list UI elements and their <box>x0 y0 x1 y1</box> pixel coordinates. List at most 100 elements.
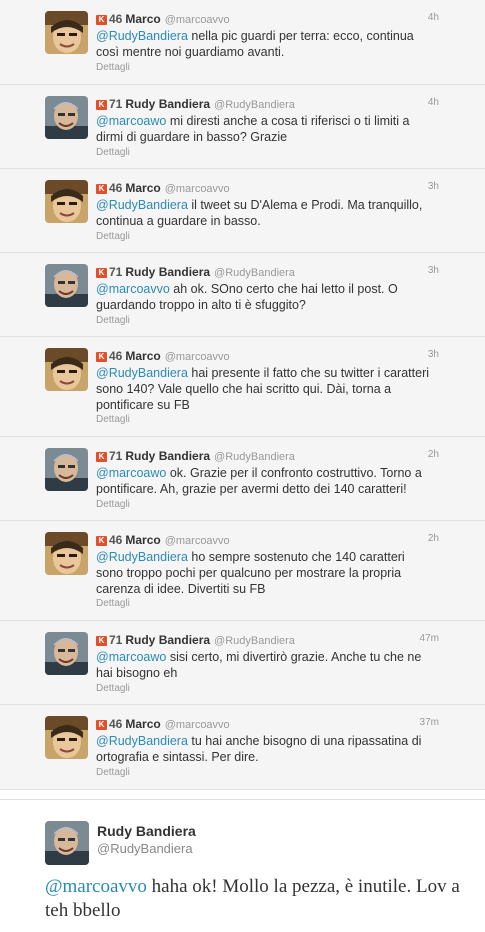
klout-score: 46 <box>109 12 123 26</box>
mention-link[interactable]: @RudyBandiera <box>96 198 188 212</box>
timestamp[interactable]: 3h <box>428 349 439 360</box>
tweet-text: @RudyBandiera il tweet su D'Alema e Prod… <box>96 197 434 229</box>
avatar[interactable] <box>45 11 88 54</box>
avatar[interactable] <box>45 821 89 865</box>
avatar[interactable] <box>45 96 88 139</box>
mention-link[interactable]: @marcoavvo <box>96 282 170 296</box>
tweet-header: K 46 Marco @marcoavvo <box>96 12 230 27</box>
author-name[interactable]: Rudy Bandiera <box>125 97 210 111</box>
author-handle[interactable]: @marcoavvo <box>165 14 230 26</box>
avatar[interactable] <box>45 264 88 307</box>
avatar[interactable] <box>45 632 88 675</box>
author-handle[interactable]: @RudyBandiera <box>214 451 295 463</box>
details-link[interactable]: Dettagli <box>96 499 130 510</box>
conversation-timeline: K 46 Marco @marcoavvo 4h @RudyBandiera nella … <box>0 0 485 790</box>
klout-score: 46 <box>109 349 123 363</box>
tweet[interactable]: K 46 Marco @marcoavvo 2h @RudyBandiera ho sem… <box>0 521 485 621</box>
avatar[interactable] <box>45 716 88 759</box>
mention-link[interactable]: @RudyBandiera <box>96 550 188 564</box>
author-handle[interactable]: @RudyBandiera <box>214 267 295 279</box>
author-name[interactable]: Marco <box>125 349 160 363</box>
avatar[interactable] <box>45 532 88 575</box>
details-link[interactable]: Dettagli <box>96 147 130 158</box>
tweet[interactable]: K 71 Rudy Bandiera @RudyBandiera 4h @marcoawo… <box>0 85 485 169</box>
avatar[interactable] <box>45 180 88 223</box>
klout-k-icon: K <box>96 100 107 110</box>
author-handle[interactable]: @RudyBandiera <box>97 841 193 856</box>
klout-k-icon: K <box>96 184 107 194</box>
klout-k-icon: K <box>96 452 107 462</box>
tweet[interactable]: K 46 Marco @marcoavvo 4h @RudyBandiera nella … <box>0 0 485 85</box>
details-link[interactable]: Dettagli <box>96 683 130 694</box>
author-name[interactable]: Marco <box>125 181 160 195</box>
tweet-text: @RudyBandiera hai presente il fatto che … <box>96 365 434 413</box>
author-name[interactable]: Rudy Bandiera <box>125 449 210 463</box>
mention-link[interactable]: @RudyBandiera <box>96 734 188 748</box>
klout-k-icon: K <box>96 720 107 730</box>
tweet[interactable]: K 46 Marco @marcoavvo 3h @RudyBandiera il twe… <box>0 169 485 253</box>
tweet[interactable]: K 71 Rudy Bandiera @RudyBandiera 47m @marcoaw… <box>0 621 485 705</box>
klout-k-icon: K <box>96 268 107 278</box>
tweet-header: K 46 Marco @marcoavvo <box>96 181 230 196</box>
timestamp[interactable]: 3h <box>428 181 439 192</box>
tweet[interactable]: K 71 Rudy Bandiera @RudyBandiera 2h @marcoawo… <box>0 437 485 521</box>
timestamp[interactable]: 37m <box>420 717 439 728</box>
klout-k-icon: K <box>96 352 107 362</box>
author-name[interactable]: Rudy Bandiera <box>125 265 210 279</box>
klout-score: 71 <box>109 265 123 279</box>
timestamp[interactable]: 47m <box>420 633 439 644</box>
mention-link[interactable]: @marcoawo <box>96 650 166 664</box>
author-name[interactable]: Rudy Bandiera <box>97 823 196 839</box>
tweet-text: @marcoavvo haha ok! Mollo la pezza, è in… <box>45 875 465 923</box>
klout-score: 46 <box>109 717 123 731</box>
timestamp[interactable]: 3h <box>428 265 439 276</box>
author-handle[interactable]: @marcoavvo <box>165 535 230 547</box>
klout-score: 71 <box>109 97 123 111</box>
tweet-text: @RudyBandiera ho sempre sostenuto che 14… <box>96 549 434 597</box>
mention-link[interactable]: @marcoawo <box>96 114 166 128</box>
avatar[interactable] <box>45 348 88 391</box>
klout-score: 71 <box>109 449 123 463</box>
tweet-header: K 46 Marco @marcoavvo <box>96 717 230 732</box>
author-name[interactable]: Marco <box>125 533 160 547</box>
tweet-text: @marcoawo mi diresti anche a cosa ti rif… <box>96 113 434 145</box>
expanded-tweet[interactable]: Rudy Bandiera @RudyBandiera @marcoavvo h… <box>0 799 485 932</box>
details-link[interactable]: Dettagli <box>96 767 130 778</box>
klout-k-icon: K <box>96 15 107 25</box>
details-link[interactable]: Dettagli <box>96 414 130 425</box>
mention-link[interactable]: @RudyBandiera <box>96 366 188 380</box>
details-link[interactable]: Dettagli <box>96 598 130 609</box>
timestamp[interactable]: 2h <box>428 533 439 544</box>
timestamp[interactable]: 4h <box>428 12 439 23</box>
tweet[interactable]: K 71 Rudy Bandiera @RudyBandiera 3h @marcoavv… <box>0 253 485 337</box>
details-link[interactable]: Dettagli <box>96 315 130 326</box>
author-handle[interactable]: @marcoavvo <box>165 351 230 363</box>
mention-link[interactable]: @marcoawo <box>96 466 166 480</box>
mention-link[interactable]: @RudyBandiera <box>96 29 188 43</box>
author-handle[interactable]: @RudyBandiera <box>214 99 295 111</box>
klout-score: 71 <box>109 633 123 647</box>
tweet-header: K 71 Rudy Bandiera @RudyBandiera <box>96 633 295 648</box>
avatar[interactable] <box>45 448 88 491</box>
details-link[interactable]: Dettagli <box>96 231 130 242</box>
klout-k-icon: K <box>96 636 107 646</box>
author-handle[interactable]: @marcoavvo <box>165 183 230 195</box>
tweet-text: @RudyBandiera tu hai anche bisogno di un… <box>96 733 434 765</box>
klout-score: 46 <box>109 533 123 547</box>
tweet[interactable]: K 46 Marco @marcoavvo 37m @RudyBandiera tu ha… <box>0 705 485 790</box>
tweet[interactable]: K 46 Marco @marcoavvo 3h @RudyBandiera hai pr… <box>0 337 485 437</box>
timestamp[interactable]: 2h <box>428 449 439 460</box>
timestamp[interactable]: 4h <box>428 97 439 108</box>
details-link[interactable]: Dettagli <box>96 62 130 73</box>
tweet-header: K 71 Rudy Bandiera @RudyBandiera <box>96 265 295 280</box>
author-name[interactable]: Marco <box>125 12 160 26</box>
tweet-header: K 46 Marco @marcoavvo <box>96 349 230 364</box>
mention-link[interactable]: @marcoavvo <box>45 876 147 897</box>
author-handle[interactable]: @RudyBandiera <box>214 635 295 647</box>
author-name[interactable]: Marco <box>125 717 160 731</box>
author-name[interactable]: Rudy Bandiera <box>125 633 210 647</box>
tweet-header: K 71 Rudy Bandiera @RudyBandiera <box>96 97 295 112</box>
klout-score: 46 <box>109 181 123 195</box>
tweet-header: K 71 Rudy Bandiera @RudyBandiera <box>96 449 295 464</box>
author-handle[interactable]: @marcoavvo <box>165 719 230 731</box>
